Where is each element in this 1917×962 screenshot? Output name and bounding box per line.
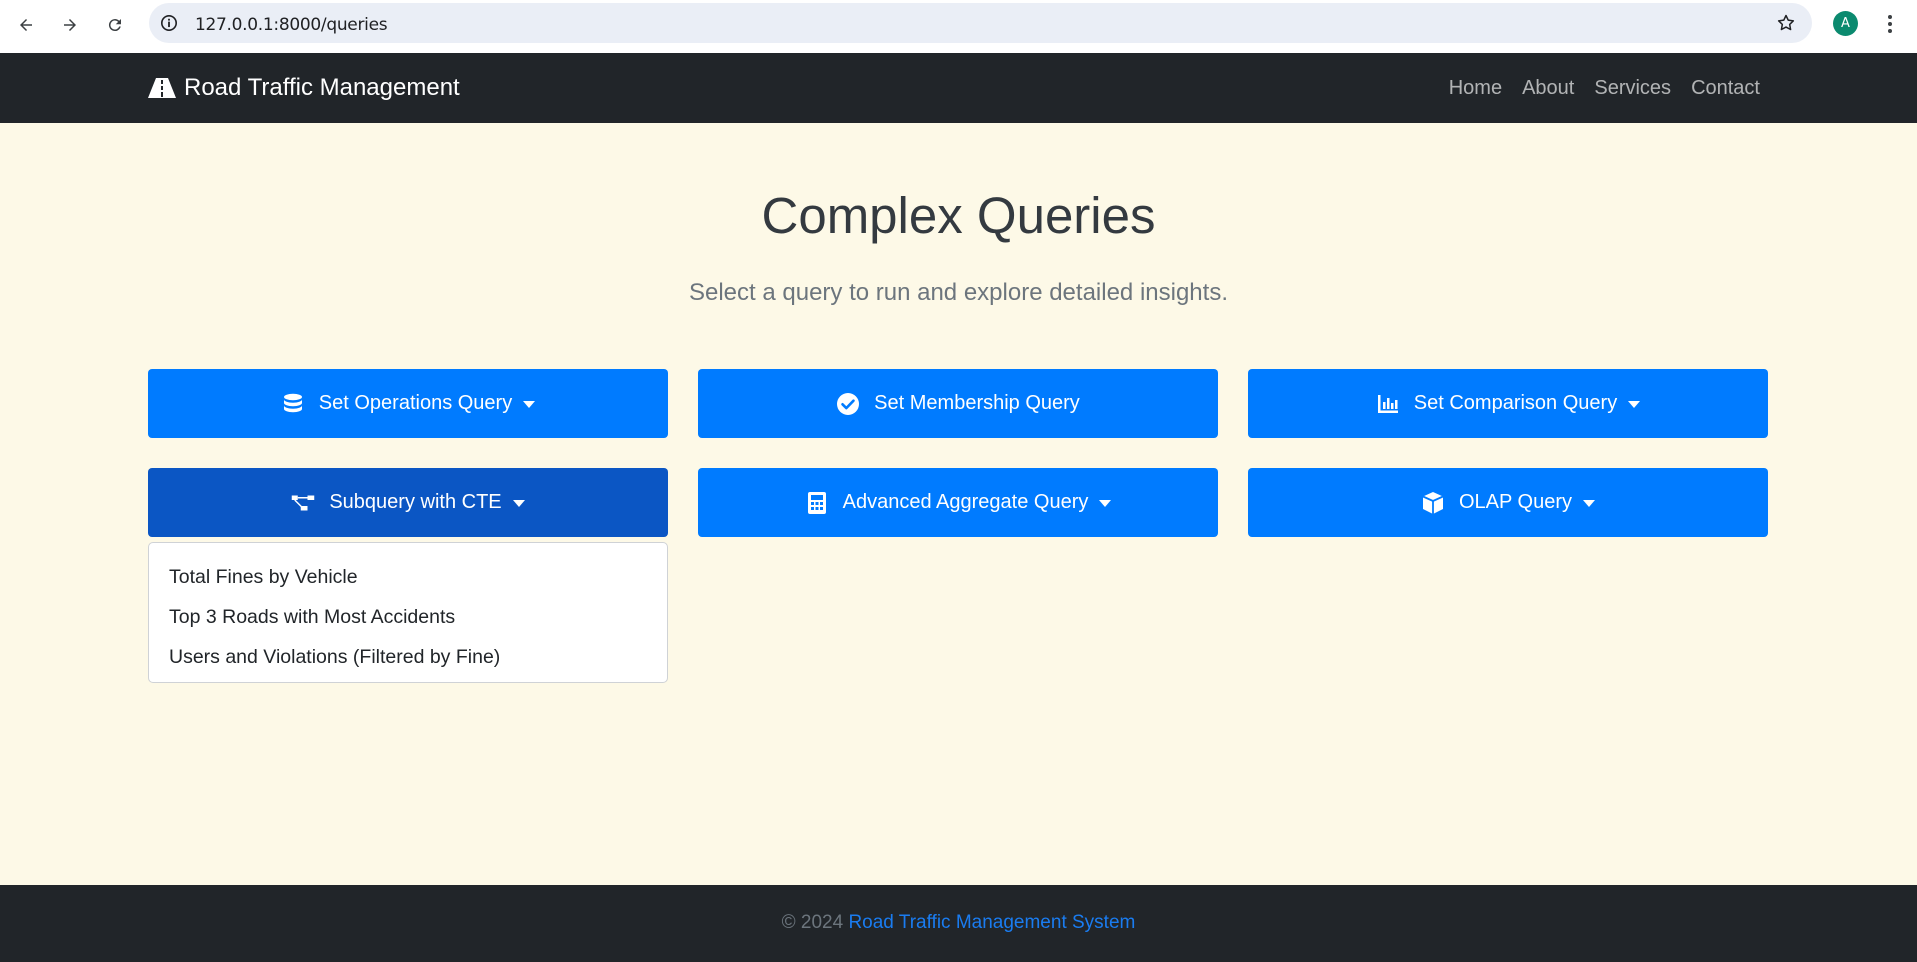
button-label: Set Comparison Query: [1413, 392, 1618, 414]
nav-services[interactable]: Services: [1594, 77, 1671, 100]
bookmark-star-icon[interactable]: [1776, 13, 1796, 33]
address-bar[interactable]: 127.0.0.1:8000/queries: [149, 3, 1812, 43]
profile-avatar[interactable]: A: [1833, 11, 1858, 36]
page-subtitle: Select a query to run and explore detail…: [688, 279, 1228, 306]
arrow-left-icon: [20, 19, 32, 31]
button-label: OLAP Query: [1458, 491, 1573, 513]
set-membership-query-button[interactable]: Set Membership Query: [698, 369, 1218, 438]
reload-icon: [108, 19, 121, 32]
set-operations-query-button[interactable]: Set Operations Query: [148, 369, 668, 438]
bar-chart-icon: [1376, 392, 1400, 416]
set-comparison-query-button[interactable]: Set Comparison Query: [1248, 369, 1768, 438]
reload-button[interactable]: [100, 10, 130, 40]
back-button[interactable]: [11, 10, 41, 40]
nav-home[interactable]: Home: [1449, 77, 1502, 100]
caret-down-icon: [523, 401, 536, 408]
road-icon: [148, 78, 176, 98]
nav-links: Home About Services Contact: [1449, 77, 1760, 100]
footer-link[interactable]: Road Traffic Management System: [848, 912, 1135, 933]
footer-copyright: © 2024: [781, 912, 844, 933]
caret-down-icon: [1099, 500, 1112, 507]
button-label: Subquery with CTE: [329, 491, 502, 513]
url-text: 127.0.0.1:8000/queries: [195, 15, 388, 35]
site-footer: © 2024 Road Traffic Management System: [0, 885, 1917, 962]
dropdown-item-total-fines[interactable]: Total Fines by Vehicle: [149, 557, 667, 597]
dropdown-item-top-roads[interactable]: Top 3 Roads with Most Accidents: [149, 597, 667, 637]
browser-menu-icon[interactable]: [1880, 11, 1900, 37]
caret-down-icon: [1628, 401, 1641, 408]
advanced-aggregate-query-button[interactable]: Advanced Aggregate Query: [698, 468, 1218, 537]
footer-text: © 2024 Road Traffic Management System: [0, 912, 1917, 934]
nav-contact[interactable]: Contact: [1691, 77, 1760, 100]
nav-about[interactable]: About: [1522, 77, 1574, 100]
subquery-with-cte-button[interactable]: Subquery with CTE: [148, 468, 668, 537]
caret-down-icon: [512, 500, 525, 507]
button-label: Set Membership Query: [874, 392, 1080, 414]
forward-button[interactable]: [55, 10, 85, 40]
calculator-icon: [805, 491, 829, 515]
database-icon: [281, 392, 305, 416]
check-circle-icon: [836, 392, 860, 416]
page-title: Complex Queries: [761, 187, 1156, 244]
project-diagram-icon: [291, 491, 315, 515]
brand-text: Road Traffic Management: [184, 74, 460, 101]
brand-link[interactable]: Road Traffic Management: [148, 74, 460, 102]
browser-toolbar: 127.0.0.1:8000/queries A: [0, 0, 1917, 53]
dropdown-item-users-violations[interactable]: Users and Violations (Filtered by Fine): [149, 637, 667, 677]
subquery-dropdown-menu: Total Fines by Vehicle Top 3 Roads with …: [148, 542, 668, 683]
cube-icon: [1421, 491, 1445, 515]
caret-down-icon: [1583, 500, 1596, 507]
site-navbar: Road Traffic Management Home About Servi…: [0, 53, 1917, 123]
button-label: Advanced Aggregate Query: [842, 491, 1089, 513]
button-label: Set Operations Query: [318, 392, 513, 414]
arrow-right-icon: [64, 19, 76, 31]
olap-query-button[interactable]: OLAP Query: [1248, 468, 1768, 537]
site-info-icon[interactable]: [159, 13, 179, 33]
